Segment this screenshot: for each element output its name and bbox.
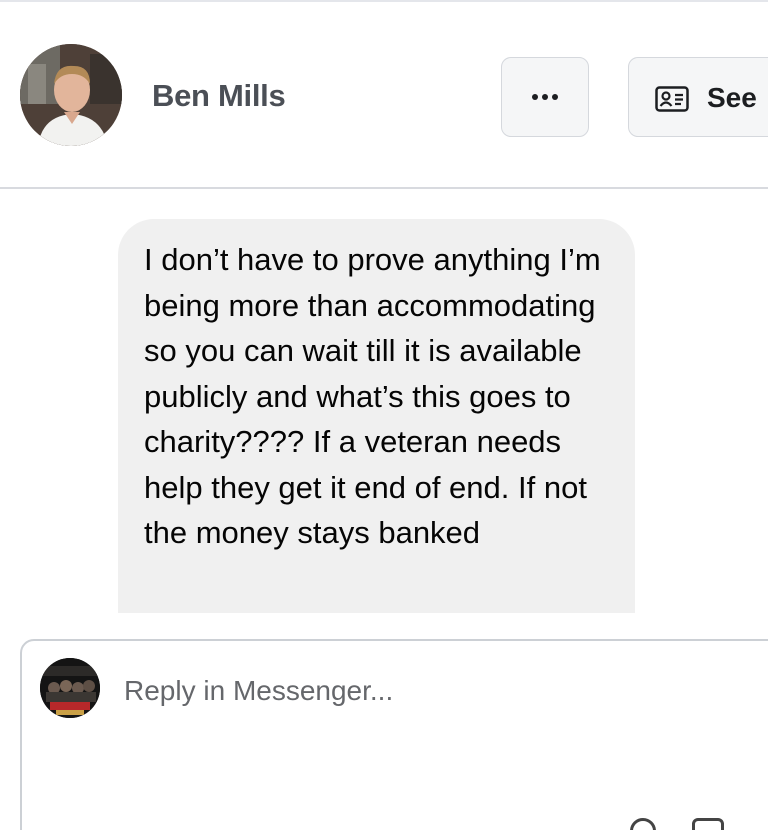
attachment-icon[interactable]	[692, 818, 724, 830]
contact-avatar[interactable]	[20, 44, 122, 146]
see-profile-label: See	[707, 82, 757, 113]
contact-avatar-photo	[20, 44, 122, 146]
ellipsis-icon	[532, 94, 558, 100]
more-options-button[interactable]	[501, 57, 589, 137]
emoji-icon[interactable]	[630, 818, 656, 830]
conversation-header: Ben Mills See	[0, 2, 768, 189]
composer-toolbar	[608, 818, 768, 830]
see-profile-button[interactable]: See	[628, 57, 768, 137]
contact-name[interactable]: Ben Mills	[152, 78, 286, 114]
reply-input[interactable]	[124, 671, 724, 711]
user-avatar-image	[40, 658, 100, 718]
user-avatar	[40, 658, 100, 718]
reply-composer	[20, 639, 768, 830]
message-bubble[interactable]: I don’t have to prove anything I’m being…	[118, 219, 635, 613]
profile-card-icon	[655, 86, 689, 112]
message-thread[interactable]: I don’t have to prove anything I’m being…	[0, 191, 768, 613]
message-text: I don’t have to prove anything I’m being…	[144, 242, 601, 550]
